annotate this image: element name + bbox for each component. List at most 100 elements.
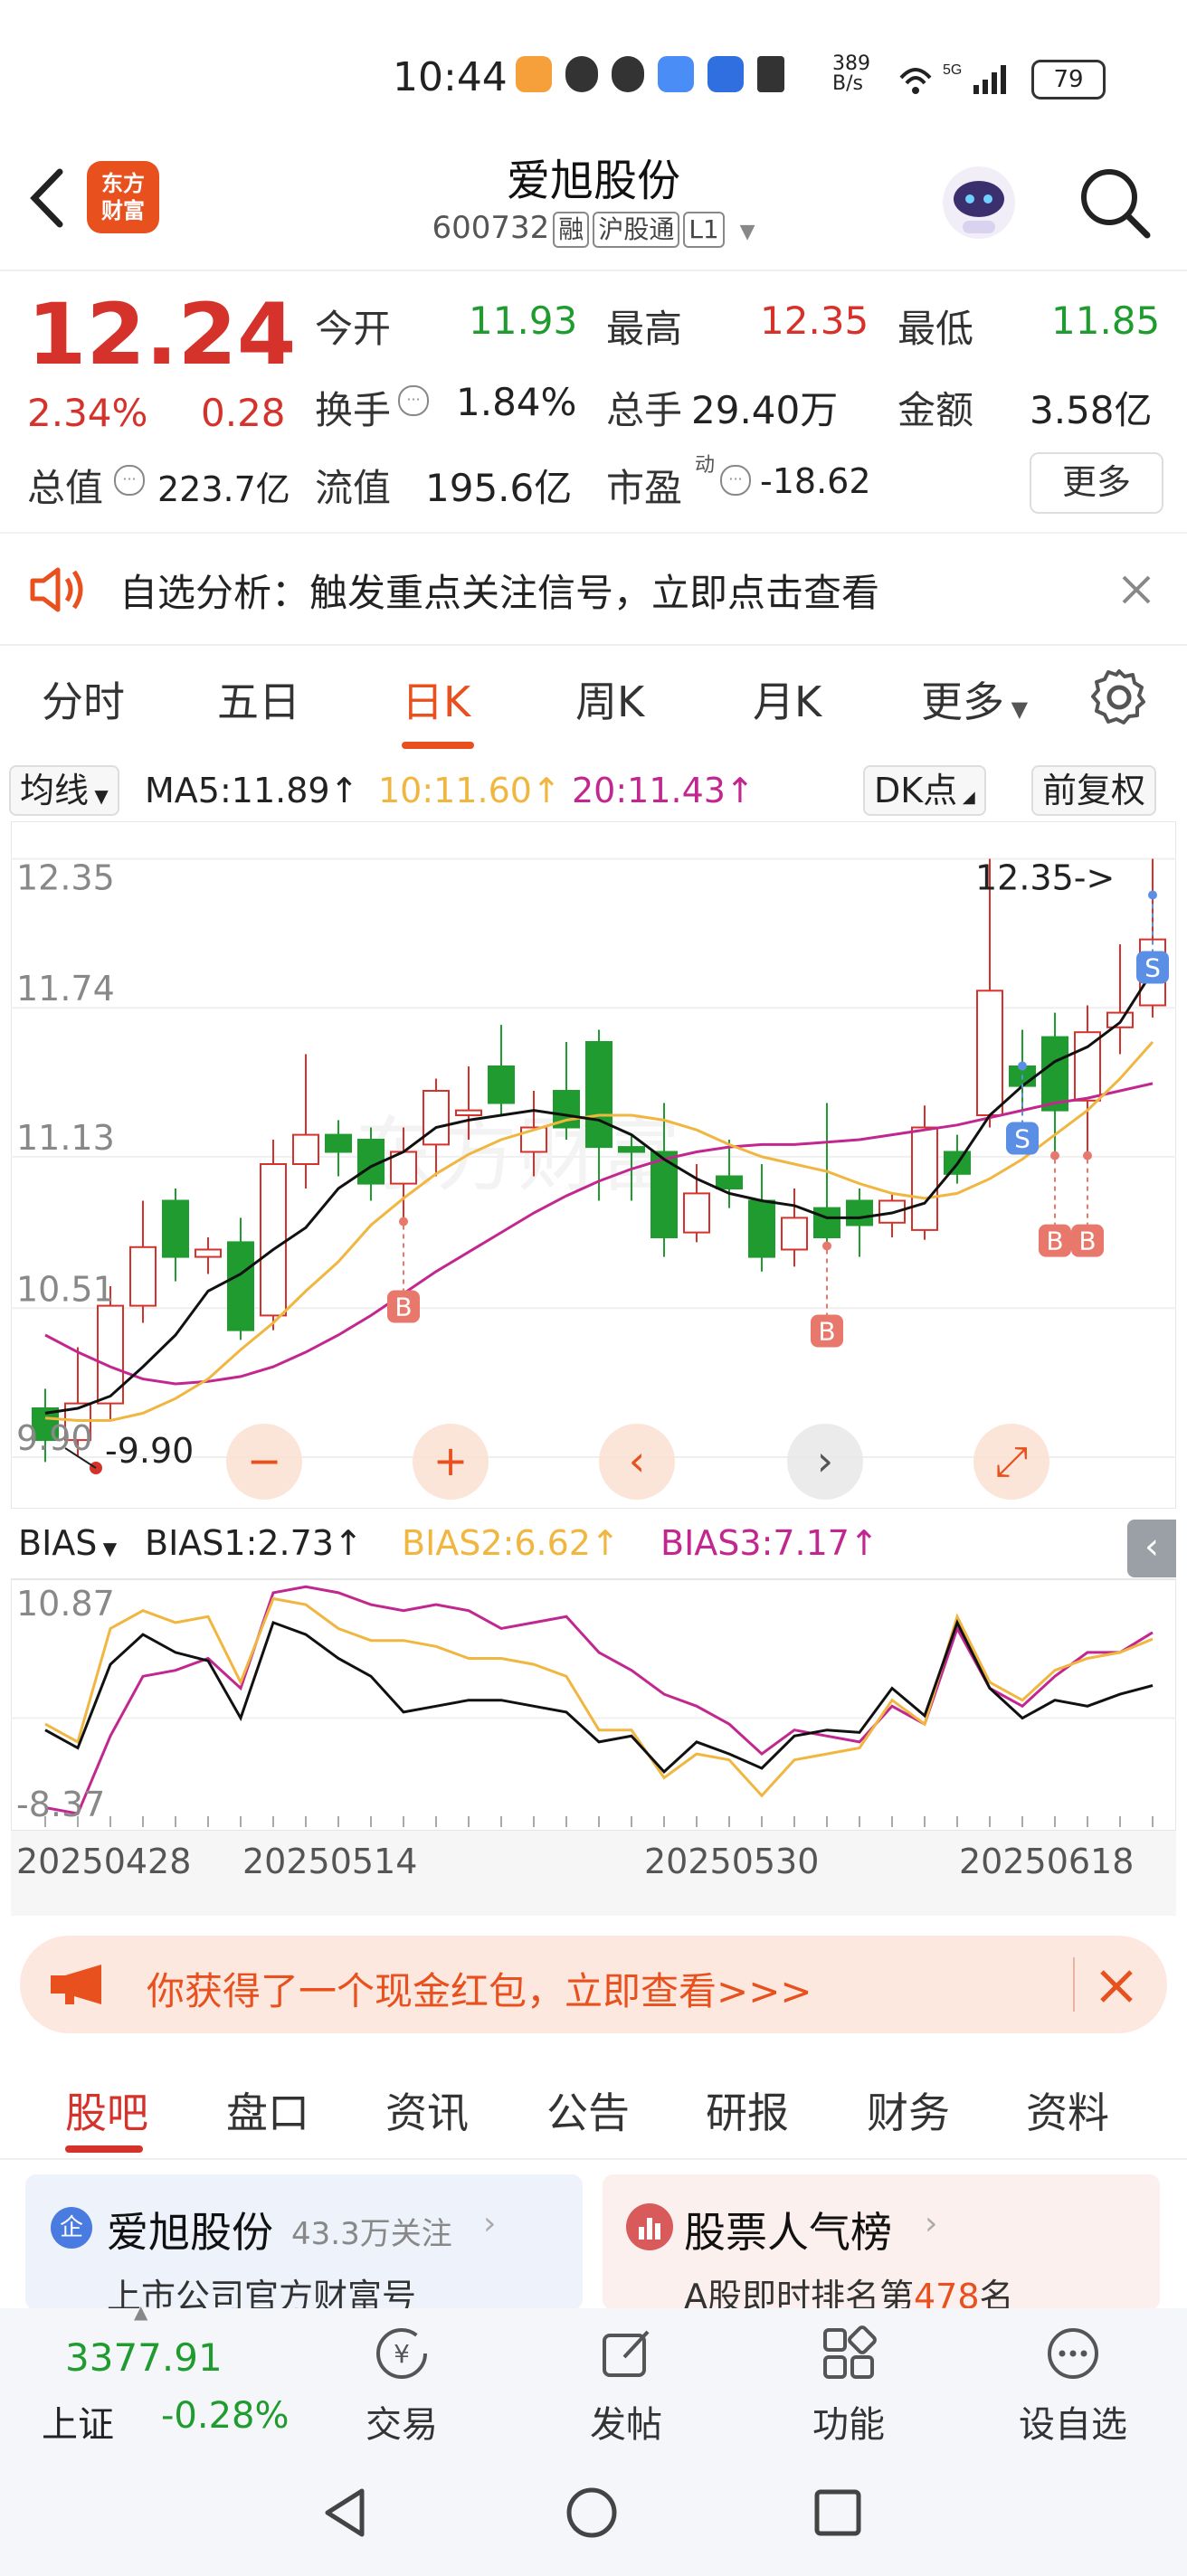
- low-value: 11.85: [1051, 298, 1161, 343]
- dk-point-select[interactable]: DK点 ◢: [863, 765, 986, 816]
- red-packet-banner[interactable]: 你获得了一个现金红包，立即查看>>>: [20, 1936, 1167, 2033]
- zoom-out-button[interactable]: −: [226, 1424, 302, 1500]
- candle-body: [455, 1109, 482, 1117]
- compose-icon: [603, 2330, 650, 2377]
- nav-home-icon[interactable]: [565, 2486, 619, 2540]
- nfc-icon: [757, 56, 785, 92]
- nav-back-icon[interactable]: [318, 2486, 373, 2540]
- ranking-icon: [626, 2203, 673, 2250]
- volume-value: 29.40万: [691, 388, 839, 432]
- red-packet-text: 你获得了一个现金红包，立即查看>>>: [147, 1969, 812, 2013]
- indicator-select[interactable]: 均线 ▼: [9, 765, 119, 816]
- float-cap-value: 195.6亿: [425, 466, 573, 510]
- prev-button[interactable]: ‹: [599, 1424, 675, 1500]
- more-button[interactable]: 更多: [1030, 452, 1163, 514]
- zoom-in-button[interactable]: +: [413, 1424, 489, 1500]
- active-tab-indicator: [402, 742, 474, 749]
- candle-body: [325, 1133, 352, 1153]
- candle-body: [488, 1065, 515, 1104]
- app-notification-icon: [565, 56, 599, 92]
- pe-label: 市盈: [606, 466, 683, 510]
- tab-research[interactable]: 研报: [706, 2080, 789, 2140]
- chart-toolbar: 均线 ▼ MA5:11.89↑ 10:11.60↑ 20:11.43↑ DK点 …: [0, 758, 1187, 821]
- signal-dot: [1018, 1061, 1027, 1071]
- candle-body: [618, 1146, 645, 1153]
- candle-body: [195, 1248, 222, 1258]
- tab-forum[interactable]: 股吧: [65, 2080, 148, 2140]
- info-icon[interactable]: ···: [720, 465, 751, 496]
- signal-dot: [822, 1241, 831, 1251]
- pe-value: -18.62: [760, 461, 871, 501]
- next-button[interactable]: ›: [787, 1424, 863, 1500]
- tab-announcements[interactable]: 公告: [546, 2080, 630, 2140]
- fullscreen-button[interactable]: ⤢: [973, 1424, 1049, 1500]
- tab-weekly-k[interactable]: 周K: [575, 669, 644, 729]
- index-change: -0.28%: [161, 2395, 290, 2437]
- net-speed: 389 B/s: [832, 52, 870, 95]
- svg-text:5G: 5G: [943, 62, 962, 78]
- search-icon[interactable]: [1075, 163, 1156, 244]
- popularity-card[interactable]: 股票人气榜 › A股即时排名第478名: [603, 2174, 1160, 2316]
- buy-signal-label: B: [1078, 1226, 1096, 1256]
- volume-label: 总手: [606, 388, 683, 432]
- info-icon[interactable]: ···: [114, 465, 145, 496]
- official-account-card[interactable]: 企 爱旭股份 43.3万关注 › 上市公司官方财富号: [25, 2174, 583, 2316]
- x-tick-label: 20250428: [16, 1842, 192, 1881]
- tab-monthly-k[interactable]: 月K: [753, 669, 821, 729]
- message-icon: [658, 56, 695, 92]
- signal-dot: [1083, 1151, 1092, 1160]
- nav-recents-icon[interactable]: [812, 2487, 863, 2538]
- enterprise-badge-icon: 企: [51, 2207, 92, 2249]
- speaker-icon: [30, 567, 83, 612]
- kline-chart[interactable]: 东方财富BBSB BS12.3511.7411.1310.519.9012.35-…: [11, 821, 1176, 1509]
- index-name: 上证: [42, 2404, 114, 2446]
- close-icon[interactable]: [1118, 572, 1154, 608]
- market-cap-value: 223.7亿: [157, 469, 290, 509]
- open-label: 今开: [315, 307, 392, 351]
- tab-news[interactable]: 资讯: [385, 2080, 469, 2140]
- trade-yen-icon: ¥: [376, 2328, 427, 2379]
- corner-caret-icon: ◢: [957, 788, 975, 807]
- ma20-value: 20:11.43↑: [572, 771, 755, 810]
- functions-button[interactable]: 功能: [776, 2395, 921, 2448]
- candle-body: [683, 1192, 710, 1234]
- add-watchlist-button[interactable]: 设自选: [1001, 2395, 1145, 2448]
- tab-orderbook[interactable]: 盘口: [226, 2080, 309, 2140]
- candle-body: [227, 1241, 254, 1331]
- min-price-label: -9.90: [105, 1431, 194, 1471]
- tab-more[interactable]: 更多 ▼: [921, 669, 1028, 729]
- post-button[interactable]: 发帖: [554, 2395, 698, 2448]
- notice-bar[interactable]: 自选分析：触发重点关注信号，立即点击查看: [0, 534, 1187, 642]
- caret-down-icon: ▼: [1004, 696, 1029, 722]
- current-price: 12.24: [27, 286, 297, 384]
- robot-assistant-icon[interactable]: [935, 159, 1022, 246]
- y-tick-label: 10.51: [16, 1269, 115, 1309]
- candle-body: [1041, 1036, 1068, 1112]
- candle-body: [716, 1175, 743, 1189]
- turnover-value: 1.84%: [456, 380, 577, 424]
- dk-select-label: DK点: [874, 771, 958, 810]
- candle-body: [129, 1245, 157, 1307]
- candle-body: [781, 1217, 808, 1251]
- index-value[interactable]: 3377.91: [65, 2335, 223, 2380]
- tab-profile[interactable]: 资料: [1026, 2080, 1109, 2140]
- market-cap-label: 总值: [27, 466, 104, 510]
- tab-daily-k[interactable]: 日K: [402, 669, 470, 729]
- close-icon[interactable]: [1097, 1966, 1136, 2006]
- info-icon[interactable]: ···: [398, 385, 429, 416]
- gear-icon[interactable]: [1089, 668, 1149, 727]
- trade-button[interactable]: 交易: [329, 2395, 474, 2448]
- candle-body: [162, 1199, 189, 1258]
- app-notification-icon: [707, 56, 745, 92]
- bias-chart[interactable]: 10.87 -8.37: [11, 1516, 1176, 1831]
- y-tick-label: 12.35: [16, 858, 115, 898]
- tab-financials[interactable]: 财务: [867, 2080, 950, 2140]
- sell-signal-label: S: [1144, 953, 1161, 983]
- tab-timeshare[interactable]: 分时: [42, 669, 125, 729]
- change-percent: 2.34%: [27, 391, 148, 435]
- adjust-select[interactable]: 前复权: [1031, 765, 1157, 816]
- tab-five-day[interactable]: 五日: [217, 669, 300, 729]
- low-label: 最低: [897, 307, 974, 351]
- connect-tag: 沪股通: [593, 212, 680, 248]
- x-tick-label: 20250618: [959, 1842, 1135, 1881]
